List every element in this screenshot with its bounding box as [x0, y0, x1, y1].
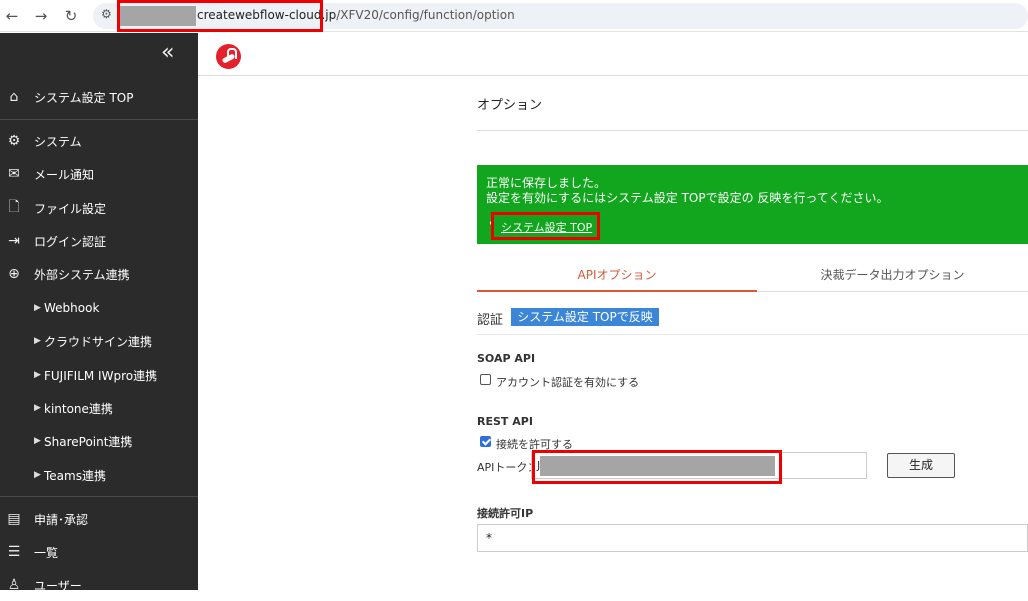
sidebar-item-label: 一覧 [34, 545, 59, 560]
sidebar-item-cloudsign[interactable]: ▶ クラウドサイン連携 [0, 325, 198, 357]
system-top-link[interactable]: システム設定 TOP [501, 219, 592, 235]
sidebar-item-mail[interactable]: ✉ メール通知 [0, 158, 198, 190]
chevron-right-icon: ▶ [34, 370, 41, 380]
sidebar-item-sharepoint[interactable]: ▶ SharePoint連携 [0, 425, 198, 457]
tab-api-options[interactable]: APIオプション [477, 262, 757, 292]
bullet-icon [490, 221, 494, 225]
rest-allow-connection-checkbox[interactable] [480, 436, 491, 447]
login-icon: ⇥ [8, 233, 20, 249]
browser-toolbar: ← → ↻ ⚙ createwebflow-cloud.jp/XFV20/con… [0, 0, 1028, 32]
globe-icon: ⊕ [8, 266, 20, 282]
app-logo[interactable] [216, 44, 241, 69]
collapse-sidebar-icon[interactable]: « [161, 42, 174, 64]
user-icon: ♙ [7, 577, 21, 593]
chevron-right-icon: ▶ [34, 336, 41, 346]
sidebar-item-list[interactable]: ☰ 一覧 [0, 536, 198, 568]
sidebar-item-label: Webhook [44, 301, 100, 315]
sidebar-item-label: 外部システム連携 [34, 267, 130, 282]
url-text: createwebflow-cloud.jp/XFV20/config/func… [197, 8, 515, 22]
sidebar: « ⌂ システム設定 TOP ⚙ システム ✉ メール通知 🗋 ファイル設定 ⇥… [0, 33, 198, 593]
sidebar-item-file-settings[interactable]: 🗋 ファイル設定 [0, 192, 198, 224]
sidebar-item-label: SharePoint連携 [44, 434, 133, 449]
sidebar-item-label: メール通知 [34, 167, 95, 182]
rest-allow-connection-label: 接続を許可する [496, 438, 573, 451]
page-title: オプション [477, 98, 543, 113]
option-tabs: APIオプション 決裁データ出力オプション [477, 262, 1028, 292]
auth-label: 認証 [477, 313, 504, 328]
gear-icon: ⚙ [7, 133, 21, 149]
allowed-ip-field[interactable]: * [477, 524, 1028, 552]
sidebar-item-label: Teams連携 [44, 468, 106, 483]
reload-icon[interactable]: ↻ [60, 5, 82, 27]
sidebar-item-application-approval[interactable]: ▤ 申請･承認 [0, 503, 198, 535]
sidebar-divider [0, 496, 198, 497]
sidebar-item-label: ユーザー [34, 578, 82, 593]
sidebar-item-label: ファイル設定 [34, 201, 107, 216]
sidebar-item-login-auth[interactable]: ⇥ ログイン認証 [0, 225, 198, 257]
redacted-url-segment [120, 6, 196, 26]
section-divider [477, 334, 1028, 335]
apply-system-top-button[interactable]: システム設定 TOPで反映 [511, 308, 659, 326]
sidebar-item-system-top[interactable]: ⌂ システム設定 TOP [0, 81, 198, 113]
back-arrow-icon[interactable]: ← [1, 5, 23, 27]
soap-account-auth-label: アカウント認証を有効にする [496, 376, 640, 389]
chevron-right-icon: ▶ [34, 470, 41, 480]
sidebar-divider [0, 119, 198, 120]
chevron-right-icon: ▶ [34, 403, 41, 413]
tab-approval-data-export[interactable]: 決裁データ出力オプション [757, 262, 1028, 292]
sidebar-item-label: 申請･承認 [34, 512, 89, 527]
sidebar-item-label: kintone連携 [44, 401, 113, 416]
title-divider [477, 130, 1028, 131]
sidebar-item-kintone[interactable]: ▶ kintone連携 [0, 392, 198, 424]
alert-instruction: 設定を有効にするにはシステム設定 TOPで設定の 反映を行ってください。 [486, 191, 889, 205]
sidebar-item-fujifilm-iwpro[interactable]: ▶ FUJIFILM IWpro連携 [0, 359, 198, 391]
sidebar-item-users[interactable]: ♙ ユーザー [0, 569, 198, 601]
sidebar-item-teams[interactable]: ▶ Teams連携 [0, 459, 198, 491]
sidebar-item-webhook[interactable]: ▶ Webhook [0, 292, 198, 324]
redacted-token [540, 456, 775, 476]
sidebar-item-external-systems[interactable]: ⊕ 外部システム連携 [0, 258, 198, 290]
allowed-ip-title: 接続許可IP [477, 507, 534, 520]
site-settings-icon[interactable]: ⚙ [101, 7, 112, 21]
app-header [198, 33, 1028, 76]
list-icon: ☰ [7, 544, 21, 560]
rest-api-title: REST API [477, 415, 533, 428]
document-icon: ▤ [7, 511, 21, 527]
sidebar-item-label: FUJIFILM IWpro連携 [44, 368, 158, 383]
chevron-right-icon: ▶ [34, 436, 41, 446]
url-path: /XFV20/config/function/option [336, 8, 515, 22]
generate-token-button[interactable]: 生成 [887, 453, 955, 478]
address-bar[interactable]: ⚙ createwebflow-cloud.jp/XFV20/config/fu… [93, 3, 1028, 29]
soap-api-title: SOAP API [477, 352, 536, 365]
mail-icon: ✉ [8, 166, 20, 182]
sidebar-item-label: システム [34, 134, 82, 149]
sidebar-item-label: システム設定 TOP [34, 90, 134, 105]
success-alert: 正常に保存しました。 設定を有効にするにはシステム設定 TOPで設定の 反映を行… [477, 165, 1028, 244]
file-settings-icon: 🗋 [8, 199, 20, 215]
home-icon: ⌂ [9, 89, 19, 105]
sidebar-item-label: ログイン認証 [34, 234, 107, 249]
sidebar-item-label: クラウドサイン連携 [44, 334, 153, 349]
forward-arrow-icon[interactable]: → [30, 5, 52, 27]
url-host: createwebflow-cloud.jp [197, 8, 337, 22]
api-token-label: APIトークン [477, 461, 539, 474]
chevron-right-icon: ▶ [34, 303, 41, 313]
soap-account-auth-checkbox[interactable] [480, 374, 491, 385]
sidebar-item-system[interactable]: ⚙ システム [0, 125, 198, 157]
